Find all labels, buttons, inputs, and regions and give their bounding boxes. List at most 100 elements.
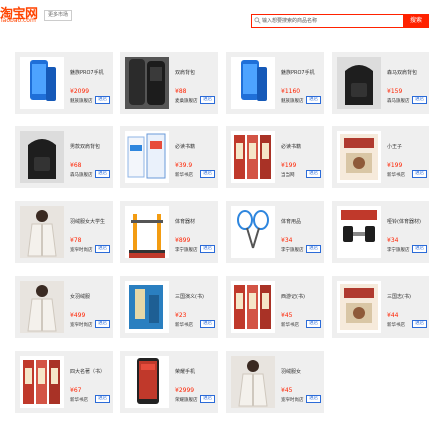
enter-store-button[interactable]: 进店 bbox=[200, 395, 215, 403]
enter-store-button[interactable]: 进店 bbox=[412, 170, 427, 178]
market-selector[interactable]: 更多市场 bbox=[44, 10, 73, 21]
product-card[interactable]: 体育用品 ¥34 李宁旗舰店 进店 bbox=[226, 201, 324, 263]
seller-name: 新华书店 bbox=[175, 173, 193, 178]
product-card[interactable]: 西游记(书) ¥45 新华书店 进店 bbox=[226, 276, 324, 338]
product-card[interactable]: 小王子 ¥199 新华书店 进店 bbox=[332, 126, 429, 188]
enter-store-button[interactable]: 进店 bbox=[412, 320, 427, 328]
product-price: ¥1160 bbox=[281, 88, 301, 95]
product-name[interactable]: 双肩背包 bbox=[175, 69, 195, 76]
enter-store-button[interactable]: 进店 bbox=[306, 395, 321, 403]
product-card[interactable]: 荣耀手机 ¥2999 荣耀旗舰店 进店 bbox=[120, 351, 218, 413]
product-price: ¥45 bbox=[281, 387, 293, 394]
product-card[interactable]: 男款双肩背包 ¥68 森马旗舰店 进店 bbox=[15, 126, 113, 188]
product-name[interactable]: 女羽绒服 bbox=[70, 293, 90, 300]
product-image[interactable] bbox=[337, 206, 381, 258]
enter-store-button[interactable]: 进店 bbox=[306, 96, 321, 104]
seller-name: 新华书店 bbox=[175, 323, 193, 328]
product-image[interactable] bbox=[125, 57, 169, 109]
enter-store-button[interactable]: 进店 bbox=[200, 245, 215, 253]
product-image[interactable] bbox=[20, 57, 64, 109]
enter-store-button[interactable]: 进店 bbox=[95, 320, 110, 328]
product-image[interactable] bbox=[231, 356, 275, 408]
enter-store-button[interactable]: 进店 bbox=[306, 320, 321, 328]
product-price: ¥199 bbox=[281, 162, 297, 169]
product-image[interactable] bbox=[337, 57, 381, 109]
product-card[interactable]: 双肩背包 ¥88 麦桑旗舰店 进店 bbox=[120, 52, 218, 114]
product-image[interactable] bbox=[125, 206, 169, 258]
seller-name: 宽窄时尚店 bbox=[70, 248, 93, 253]
product-price: ¥67 bbox=[70, 387, 82, 394]
product-card[interactable]: 魅族PRO7手机 ¥1160 魅族旗舰店 进店 bbox=[226, 52, 324, 114]
product-card[interactable]: 必读书籍 ¥39.9 新华书店 进店 bbox=[120, 126, 218, 188]
seller-name: 新华书店 bbox=[387, 173, 405, 178]
product-image[interactable] bbox=[125, 281, 169, 333]
product-card[interactable]: 羽绒服女 ¥45 宽窄时尚店 进店 bbox=[226, 351, 324, 413]
product-image[interactable] bbox=[231, 57, 275, 109]
product-name[interactable]: 羽绒服女 bbox=[281, 368, 301, 375]
enter-store-button[interactable]: 进店 bbox=[306, 245, 321, 253]
product-name[interactable]: 四大名著（书） bbox=[70, 368, 105, 375]
product-image[interactable] bbox=[20, 131, 64, 183]
product-name[interactable]: 男款双肩背包 bbox=[70, 143, 100, 150]
search-button[interactable]: 搜索 bbox=[404, 14, 429, 28]
search-input[interactable]: 输入想要搜索的商品名称 bbox=[251, 14, 404, 28]
product-image[interactable] bbox=[20, 206, 64, 258]
product-name[interactable]: 必读书籍 bbox=[281, 143, 301, 150]
product-card[interactable]: 森马双肩背包 ¥159 森马旗舰店 进店 bbox=[332, 52, 429, 114]
product-name[interactable]: 小王子 bbox=[387, 143, 402, 150]
seller-name: 魅族旗舰店 bbox=[281, 99, 304, 104]
product-price: ¥23 bbox=[175, 312, 187, 319]
product-image[interactable] bbox=[125, 356, 169, 408]
product-name[interactable]: 三国演义(书) bbox=[175, 293, 204, 300]
enter-store-button[interactable]: 进店 bbox=[200, 320, 215, 328]
product-price: ¥199 bbox=[387, 162, 403, 169]
enter-store-button[interactable]: 进店 bbox=[95, 170, 110, 178]
seller-name: 当当网 bbox=[281, 173, 295, 178]
product-name[interactable]: 哑铃(体育器材) bbox=[387, 218, 421, 225]
enter-store-button[interactable]: 进店 bbox=[412, 96, 427, 104]
seller-name: 森马旗舰店 bbox=[387, 99, 410, 104]
enter-store-button[interactable]: 进店 bbox=[200, 170, 215, 178]
product-image[interactable] bbox=[20, 356, 64, 408]
product-image[interactable] bbox=[20, 281, 64, 333]
product-name[interactable]: 必读书籍 bbox=[175, 143, 195, 150]
product-image[interactable] bbox=[231, 281, 275, 333]
seller-name: 麦桑旗舰店 bbox=[175, 99, 198, 104]
product-name[interactable]: 魅族PRO7手机 bbox=[281, 69, 315, 76]
product-name[interactable]: 体育器材 bbox=[175, 218, 195, 225]
product-image[interactable] bbox=[231, 206, 275, 258]
seller-name: 李宁旗舰店 bbox=[387, 248, 410, 253]
product-name[interactable]: 羽绒服女大学生 bbox=[70, 218, 105, 225]
product-name[interactable]: 体育用品 bbox=[281, 218, 301, 225]
enter-store-button[interactable]: 进店 bbox=[306, 170, 321, 178]
product-name[interactable]: 荣耀手机 bbox=[175, 368, 195, 375]
product-card[interactable]: 羽绒服女大学生 ¥78 宽窄时尚店 进店 bbox=[15, 201, 113, 263]
seller-name: 宽窄时尚店 bbox=[281, 398, 304, 403]
product-image[interactable] bbox=[337, 281, 381, 333]
product-card[interactable]: 三国演义(书) ¥23 新华书店 进店 bbox=[120, 276, 218, 338]
enter-store-button[interactable]: 进店 bbox=[200, 96, 215, 104]
product-name[interactable]: 魅族PRO7手机 bbox=[70, 69, 104, 76]
product-price: ¥78 bbox=[70, 237, 82, 244]
product-image[interactable] bbox=[125, 131, 169, 183]
product-card[interactable]: 三国志(书) ¥44 新华书店 进店 bbox=[332, 276, 429, 338]
enter-store-button[interactable]: 进店 bbox=[412, 245, 427, 253]
product-card[interactable]: 女羽绒服 ¥499 宽窄时尚店 进店 bbox=[15, 276, 113, 338]
product-image[interactable] bbox=[337, 131, 381, 183]
product-card[interactable]: 必读书籍 ¥199 当当网 进店 bbox=[226, 126, 324, 188]
product-name[interactable]: 森马双肩背包 bbox=[387, 69, 417, 76]
product-card[interactable]: 体育器材 ¥899 李宁旗舰店 进店 bbox=[120, 201, 218, 263]
seller-name: 森马旗舰店 bbox=[70, 173, 93, 178]
product-card[interactable]: 魅族PRO7手机 ¥2099 魅族旗舰店 进店 bbox=[15, 52, 113, 114]
seller-name: 荣耀旗舰店 bbox=[175, 398, 198, 403]
product-name[interactable]: 三国志(书) bbox=[387, 293, 411, 300]
product-card[interactable]: 四大名著（书） ¥67 新华书店 进店 bbox=[15, 351, 113, 413]
enter-store-button[interactable]: 进店 bbox=[95, 96, 110, 104]
enter-store-button[interactable]: 进店 bbox=[95, 245, 110, 253]
seller-name: 新华书店 bbox=[281, 323, 299, 328]
product-price: ¥34 bbox=[281, 237, 293, 244]
product-image[interactable] bbox=[231, 131, 275, 183]
product-card[interactable]: 哑铃(体育器材) ¥34 李宁旗舰店 进店 bbox=[332, 201, 429, 263]
enter-store-button[interactable]: 进店 bbox=[95, 395, 110, 403]
product-name[interactable]: 西游记(书) bbox=[281, 293, 305, 300]
